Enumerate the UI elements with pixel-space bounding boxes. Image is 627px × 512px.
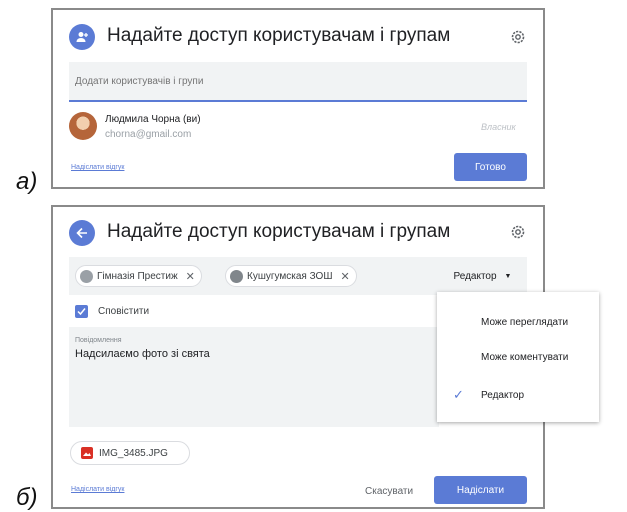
gear-icon[interactable] bbox=[509, 223, 527, 241]
close-icon[interactable]: ✕ bbox=[340, 270, 349, 283]
menu-item-editor[interactable]: ✓ Редактор bbox=[437, 381, 599, 409]
role-menu: Може переглядати Може коментувати ✓ Реда… bbox=[437, 292, 599, 422]
add-people-field[interactable] bbox=[69, 62, 527, 102]
role-dropdown[interactable]: Редактор ▼ bbox=[438, 257, 527, 295]
owner-role: Власник bbox=[481, 122, 516, 132]
menu-item-viewer[interactable]: Може переглядати bbox=[437, 308, 599, 336]
role-dropdown-label: Редактор bbox=[453, 270, 497, 282]
cancel-button[interactable]: Скасувати bbox=[365, 486, 413, 497]
chip-label: Гімназія Престиж bbox=[97, 270, 178, 282]
menu-item-label: Може коментувати bbox=[481, 351, 569, 363]
group-icon bbox=[230, 269, 243, 283]
group-icon bbox=[80, 269, 93, 283]
recipient-chip[interactable]: Кушугумская ЗОШ ✕ bbox=[225, 265, 357, 287]
figure-label-b: б) bbox=[16, 484, 38, 511]
feedback-link[interactable]: Надіслати відгук bbox=[71, 486, 124, 493]
checkmark-icon: ✓ bbox=[453, 387, 464, 402]
figure-label-a: а) bbox=[16, 168, 38, 195]
notify-checkbox-row[interactable]: Сповістити bbox=[75, 305, 149, 318]
feedback-link[interactable]: Надіслати відгук bbox=[71, 164, 124, 171]
message-field[interactable]: Повідомлення Надсилаємо фото зі свята bbox=[69, 327, 439, 427]
dialog-title: Надайте доступ користувачам і групам bbox=[107, 221, 451, 242]
image-file-icon bbox=[81, 447, 93, 459]
add-people-input[interactable] bbox=[69, 62, 527, 100]
attachment-name: IMG_3485.JPG bbox=[99, 447, 168, 459]
close-icon[interactable]: ✕ bbox=[186, 270, 195, 283]
add-person-icon bbox=[69, 24, 95, 50]
caret-down-icon: ▼ bbox=[504, 272, 512, 280]
dialog-title: Надайте доступ користувачам і групам bbox=[107, 25, 451, 46]
menu-item-commenter[interactable]: Може коментувати bbox=[437, 343, 599, 371]
share-dialog-a: Надайте доступ користувачам і групам Люд… bbox=[51, 8, 545, 189]
avatar bbox=[69, 112, 97, 140]
send-button[interactable]: Надіслати bbox=[434, 476, 527, 504]
owner-email: chorna@gmail.com bbox=[105, 129, 192, 140]
message-text[interactable]: Надсилаємо фото зі свята bbox=[75, 348, 210, 360]
notify-label: Сповістити bbox=[98, 306, 150, 317]
chip-label: Кушугумская ЗОШ bbox=[247, 270, 333, 282]
done-button[interactable]: Готово bbox=[454, 153, 527, 181]
back-arrow-icon[interactable] bbox=[69, 220, 95, 246]
menu-item-label: Редактор bbox=[481, 389, 525, 401]
owner-name: Людмила Чорна (ви) bbox=[105, 114, 201, 125]
notify-checkbox[interactable] bbox=[75, 305, 88, 318]
message-label: Повідомлення bbox=[75, 337, 122, 344]
gear-icon[interactable] bbox=[509, 28, 527, 46]
recipient-chip[interactable]: Гімназія Престиж ✕ bbox=[75, 265, 202, 287]
attachment-chip[interactable]: IMG_3485.JPG bbox=[70, 441, 190, 465]
menu-item-label: Може переглядати bbox=[481, 316, 569, 328]
